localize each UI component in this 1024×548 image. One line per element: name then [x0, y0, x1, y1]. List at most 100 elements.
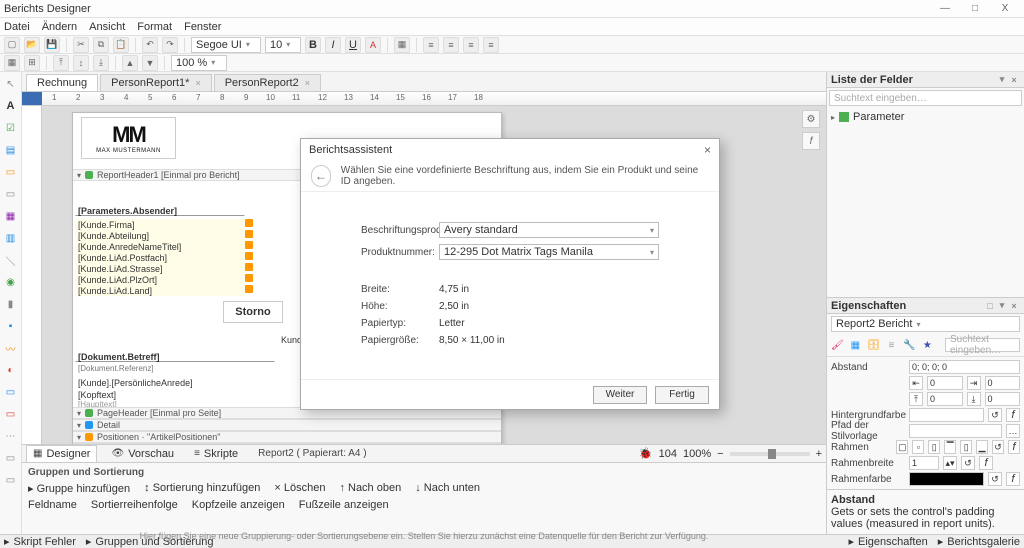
copy-icon[interactable]: ⧉	[93, 37, 109, 53]
field-kunde-land[interactable]: [Kunde.LiAd.Land]	[75, 285, 245, 296]
paste-icon[interactable]: 📋	[113, 37, 129, 53]
line-icon[interactable]: ＼	[3, 252, 19, 268]
wizard-finish-button[interactable]: Fertig	[655, 386, 709, 404]
props-search[interactable]: Suchtext eingeben…	[945, 338, 1020, 352]
fx-icon[interactable]: f	[1006, 408, 1020, 422]
new-icon[interactable]: ▢	[4, 37, 20, 53]
status-eigenschaften[interactable]: ▸ Eigenschaften	[848, 535, 927, 548]
pagebreak-icon[interactable]: ⋯	[3, 428, 19, 444]
add-group-button[interactable]: ▸ Gruppe hinzufügen	[28, 482, 130, 495]
reset-icon[interactable]: ↺	[988, 472, 1002, 486]
padding-bot-icon[interactable]: ⤓	[967, 392, 981, 406]
wizard-back-icon[interactable]: ←	[311, 165, 331, 187]
panel-menu-icon[interactable]: ▾	[996, 74, 1008, 85]
barcode-icon[interactable]: ▮	[3, 296, 19, 312]
spinner-icon[interactable]: ▴▾	[943, 456, 957, 470]
zoom-out-icon[interactable]: −	[717, 448, 723, 460]
padding-bot-val[interactable]: 0	[985, 392, 1021, 406]
fill-icon[interactable]: ▦	[394, 37, 410, 53]
alignleft-icon[interactable]: ≡	[423, 37, 439, 53]
border-right-icon[interactable]: ▯	[960, 440, 972, 454]
combo-productnum[interactable]: 12-295 Dot Matrix Tags Manila▾	[439, 244, 659, 260]
storno-label[interactable]: Storno	[223, 301, 283, 323]
send-back-icon[interactable]: ▼	[142, 55, 158, 71]
reset-icon[interactable]: ↺	[992, 440, 1004, 454]
doc-tab-rechnung[interactable]: Rechnung	[26, 74, 98, 91]
shape-icon[interactable]: ◉	[3, 274, 19, 290]
prop-borderwidth-value[interactable]: 1	[909, 456, 939, 470]
alignjust-icon[interactable]: ≡	[483, 37, 499, 53]
fx-icon[interactable]: f	[979, 456, 993, 470]
panel-close-icon[interactable]: ×	[1008, 301, 1020, 311]
undo-icon[interactable]: ↶	[142, 37, 158, 53]
gauge-icon[interactable]: ◐	[3, 362, 19, 378]
field-anrede[interactable]: [Kunde].[PersönlicheAnrede]	[75, 377, 275, 388]
zoom-in-icon[interactable]: +	[816, 448, 822, 460]
richtext-icon[interactable]: ▤	[3, 142, 19, 158]
panel-pin-icon[interactable]: □	[984, 301, 996, 311]
tab-scripts[interactable]: ≡ Skripte	[188, 446, 244, 462]
grid-icon[interactable]: ▦	[4, 55, 20, 71]
label-icon[interactable]: A	[3, 98, 19, 114]
fx-icon[interactable]: f	[1008, 440, 1020, 454]
panel-icon[interactable]: ▭	[3, 186, 19, 202]
reset-icon[interactable]: ↺	[988, 408, 1002, 422]
fx-icon[interactable]: f	[1006, 472, 1020, 486]
italic-icon[interactable]: I	[325, 37, 341, 53]
fx-icon[interactable]: f	[802, 132, 820, 150]
combo-product[interactable]: Avery standard▾	[439, 222, 659, 238]
cut-icon[interactable]: ✂	[73, 37, 89, 53]
prop-stylepath-value[interactable]	[909, 424, 1002, 438]
field-kunde-abteilung[interactable]: [Kunde.Abteilung]	[75, 230, 245, 241]
menu-format[interactable]: Format	[137, 21, 172, 33]
close-button[interactable]: X	[990, 3, 1020, 14]
gear-icon[interactable]: ⚙	[802, 110, 820, 128]
underline-icon[interactable]: U	[345, 37, 361, 53]
wizard-next-button[interactable]: Weiter	[593, 386, 647, 404]
prop-abstand-value[interactable]: 0; 0; 0; 0	[909, 360, 1020, 374]
field-kunde-anrede[interactable]: [Kunde.AnredeNameTitel]	[75, 241, 245, 252]
fontcolor-icon[interactable]: A	[365, 37, 381, 53]
align-bot-icon[interactable]: ⤓	[93, 55, 109, 71]
menu-aendern[interactable]: Ändern	[42, 21, 77, 33]
font-combo[interactable]: Segoe UI▾	[191, 37, 261, 53]
prop-bgcolor-value[interactable]	[909, 408, 984, 422]
status-berichtsgalerie[interactable]: ▸ Berichtsgalerie	[938, 535, 1020, 548]
layout-icon[interactable]: ▦	[850, 338, 861, 352]
align-top-icon[interactable]: ⤒	[53, 55, 69, 71]
padding-top-icon[interactable]: ⤒	[909, 392, 923, 406]
wrench-icon[interactable]: 🔧	[903, 338, 915, 352]
bring-front-icon[interactable]: ▲	[122, 55, 138, 71]
wizard-close-icon[interactable]: ×	[704, 143, 711, 157]
subreport-icon[interactable]: ▭	[3, 472, 19, 488]
delete-button[interactable]: × Löschen	[274, 482, 325, 495]
browse-icon[interactable]: …	[1006, 424, 1020, 438]
zoom-slider[interactable]	[730, 452, 810, 456]
doc-tab-personreport2[interactable]: PersonReport2×	[214, 74, 321, 91]
field-kunde-postfach[interactable]: [Kunde.LiAd.Postfach]	[75, 252, 245, 263]
chart-icon[interactable]: ▪	[3, 318, 19, 334]
padding-right-icon[interactable]: ⇥	[967, 376, 981, 390]
close-tab-icon[interactable]: ×	[195, 78, 200, 88]
error-icon[interactable]: 🐞	[639, 447, 653, 460]
border-top-icon[interactable]: ▔	[944, 440, 956, 454]
field-kunde-firma[interactable]: [Kunde.Firma]	[75, 219, 245, 230]
tree-parameter[interactable]: ▸Parameter	[831, 110, 1020, 124]
move-down-button[interactable]: ↓ Nach unten	[415, 482, 480, 495]
menu-datei[interactable]: Datei	[4, 21, 30, 33]
section-reportheader[interactable]: ReportHeader1 [Einmal pro Bericht]	[97, 170, 240, 180]
field-dok-referenz[interactable]: [Dokument.Referenz]	[75, 363, 275, 374]
section-pageheader[interactable]: PageHeader [Einmal pro Seite]	[97, 408, 221, 418]
reset-icon[interactable]: ↺	[961, 456, 975, 470]
doc-tab-personreport1[interactable]: PersonReport1*×	[100, 74, 212, 91]
section-positionen[interactable]: Positionen · "ArtikelPositionen"	[97, 432, 220, 442]
redo-icon[interactable]: ↷	[162, 37, 178, 53]
open-icon[interactable]: 📂	[24, 37, 40, 53]
picture-icon[interactable]: ▭	[3, 164, 19, 180]
snap-icon[interactable]: ⊞	[24, 55, 40, 71]
tab-designer[interactable]: ▦ Designer	[26, 445, 97, 463]
move-up-button[interactable]: ↑ Nach oben	[339, 482, 401, 495]
border-none-icon[interactable]: ▫	[912, 440, 924, 454]
prop-bordercolor-value[interactable]	[909, 472, 984, 486]
add-sort-button[interactable]: ↕ Sortierung hinzufügen	[144, 482, 260, 495]
